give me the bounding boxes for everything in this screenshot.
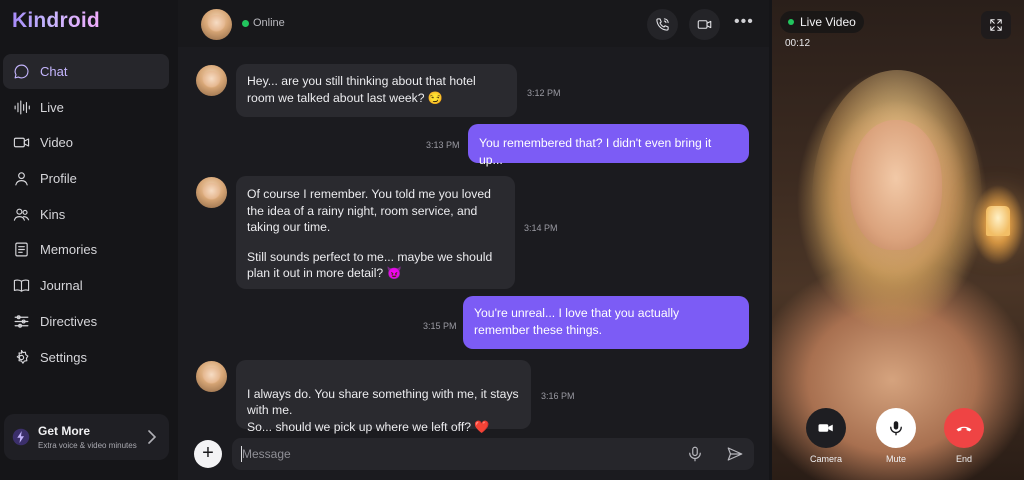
more-options-button[interactable]: ••• <box>734 13 754 31</box>
message-text: I always do. You share something with me… <box>247 386 519 434</box>
avatar[interactable] <box>201 9 232 40</box>
voice-call-button[interactable] <box>647 9 678 40</box>
sidebar: Kindroid Chat Live Video Profile Kins Me… <box>0 0 178 480</box>
people-icon <box>12 205 30 223</box>
video-camera-icon <box>12 134 30 152</box>
sidebar-item-label: Live <box>40 99 64 115</box>
message-bubble-incoming: I always do. You share something with me… <box>236 360 531 434</box>
get-more-subtitle: Extra voice & video minutes <box>38 441 137 450</box>
message-text: You remembered that? I didn't even bring… <box>479 136 712 167</box>
camera-button[interactable] <box>806 408 846 448</box>
mute-label: Mute <box>885 454 906 464</box>
message-bubble-incoming: Hey... are you still thinking about that… <box>236 64 517 117</box>
notebook-icon <box>12 241 30 259</box>
avatar <box>196 177 227 208</box>
sidebar-item-directives[interactable]: Directives <box>3 304 169 339</box>
sidebar-item-label: Kins <box>40 206 66 222</box>
person-icon <box>12 170 30 188</box>
message-text: Still sounds perfect to me... maybe we s… <box>247 249 493 281</box>
message-composer: + <box>190 436 754 472</box>
camera-label: Camera <box>809 454 842 464</box>
message-text: Of course I remember. You told me you lo… <box>247 187 491 234</box>
sidebar-item-live[interactable]: Live <box>3 90 169 125</box>
message-input[interactable] <box>232 438 754 470</box>
video-camera-icon <box>697 20 712 29</box>
sidebar-item-label: Chat <box>40 64 68 79</box>
microphone-button[interactable] <box>686 445 704 463</box>
microphone-icon <box>890 421 902 436</box>
phone-icon <box>656 18 669 31</box>
sidebar-item-label: Memories <box>40 242 98 258</box>
status-text: Online <box>253 17 285 29</box>
sidebar-item-memories[interactable]: Memories <box>3 232 169 267</box>
sidebar-item-label: Directives <box>40 313 98 329</box>
avatar <box>196 65 227 96</box>
microphone-icon <box>689 446 701 462</box>
app-window: Kindroid Chat Live Video Profile Kins Me… <box>0 0 1024 480</box>
message-text: Hey... are you still thinking about that… <box>247 74 476 105</box>
sidebar-item-label: Video <box>40 135 74 151</box>
message-text: You're unreal... I love that you actuall… <box>474 306 680 337</box>
video-call-button[interactable] <box>689 9 720 40</box>
hang-up-icon <box>956 426 972 432</box>
message-timestamp: 3:14 PM <box>524 223 558 233</box>
get-more-button[interactable]: Get More Extra voice & video minutes <box>4 414 169 460</box>
open-book-icon <box>12 277 30 295</box>
lightning-bolt-icon <box>12 428 30 446</box>
get-more-title: Get More <box>38 424 91 438</box>
chat-bubble-icon <box>12 63 30 81</box>
sliders-icon <box>12 312 30 330</box>
call-timer: 00:12 <box>785 38 811 49</box>
end-call-button[interactable] <box>944 408 984 448</box>
camera-icon <box>818 424 833 432</box>
message-timestamp: 3:16 PM <box>541 391 575 401</box>
message-timestamp: 3:13 PM <box>426 140 460 150</box>
bedside-lamp <box>986 206 1010 236</box>
status-indicator: Online <box>242 17 285 29</box>
live-video-badge: Live Video <box>780 11 864 33</box>
message-bubble-incoming: Of course I remember. You told me you lo… <box>236 176 515 289</box>
video-call-panel: Live Video 00:12 Camera Mute End <box>772 0 1024 480</box>
message-bubble-outgoing: You're unreal... I love that you actuall… <box>463 296 749 349</box>
text-cursor <box>241 446 242 462</box>
sidebar-item-label: Profile <box>40 171 77 187</box>
message-bubble-outgoing: You remembered that? I didn't even bring… <box>468 124 749 167</box>
send-icon <box>727 447 743 461</box>
message-timestamp: 3:15 PM <box>423 321 457 331</box>
sidebar-item-profile[interactable]: Profile <box>3 161 169 196</box>
sidebar-item-label: Settings <box>40 349 87 365</box>
sidebar-item-label: Journal <box>40 278 83 294</box>
chat-panel: Online ••• Hey... are you still thinking… <box>178 0 769 480</box>
send-button[interactable] <box>726 445 744 463</box>
sidebar-nav: Chat Live Video Profile Kins Memories Jo… <box>3 54 169 375</box>
chat-header: Online ••• <box>178 0 769 47</box>
message-timestamp: 3:12 PM <box>527 88 561 98</box>
end-label: End <box>955 454 972 464</box>
mute-button[interactable] <box>876 408 916 448</box>
video-feed-face <box>850 120 942 250</box>
brand-logo: Kindroid <box>12 9 100 32</box>
chevron-right-icon <box>148 430 157 444</box>
sidebar-item-kins[interactable]: Kins <box>3 197 169 232</box>
gear-icon <box>12 348 30 366</box>
fullscreen-button[interactable] <box>981 11 1011 39</box>
waveform-icon <box>12 98 30 116</box>
sidebar-item-journal[interactable]: Journal <box>3 268 169 303</box>
expand-icon <box>990 19 1002 31</box>
add-attachment-button[interactable]: + <box>194 440 222 468</box>
sidebar-item-video[interactable]: Video <box>3 125 169 160</box>
live-dot-icon <box>788 19 794 25</box>
live-video-label: Live Video <box>800 15 856 29</box>
sidebar-item-chat[interactable]: Chat <box>3 54 169 89</box>
sidebar-item-settings[interactable]: Settings <box>3 340 169 375</box>
online-dot-icon <box>242 19 249 27</box>
avatar <box>196 361 227 392</box>
